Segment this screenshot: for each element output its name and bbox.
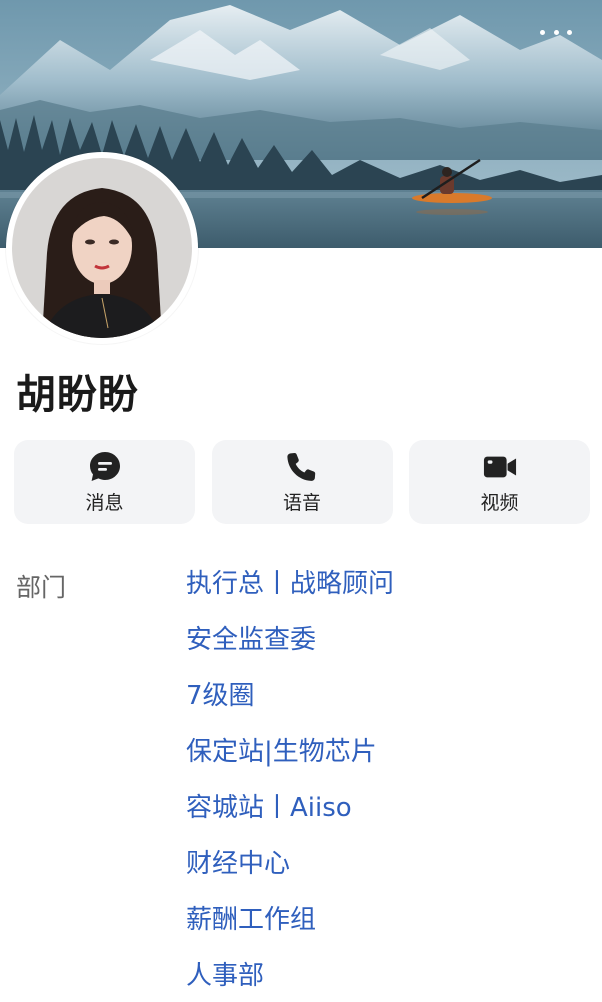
department-item[interactable]: 7级圈 bbox=[186, 676, 394, 732]
more-dot-icon bbox=[540, 29, 545, 35]
voice-call-button-label: 语音 bbox=[282, 491, 321, 514]
department-item[interactable]: 安全监查委 bbox=[186, 620, 394, 676]
avatar[interactable] bbox=[6, 152, 198, 344]
video-camera-icon bbox=[483, 450, 517, 484]
department-item[interactable]: 财经中心 bbox=[186, 844, 394, 900]
avatar-photo bbox=[12, 158, 192, 338]
more-dot-icon bbox=[567, 29, 572, 35]
department-item[interactable]: 执行总丨战略顾问 bbox=[186, 564, 394, 620]
video-call-button-label: 视频 bbox=[480, 491, 519, 514]
message-button[interactable]: 消息 bbox=[14, 440, 195, 524]
action-bar: 消息 语音 视频 bbox=[14, 440, 590, 524]
chat-bubble-icon bbox=[88, 450, 122, 484]
department-label: 部门 bbox=[16, 573, 67, 602]
department-item[interactable]: 保定站|生物芯片 bbox=[186, 732, 394, 788]
video-call-button[interactable]: 视频 bbox=[409, 440, 590, 524]
more-options-button[interactable] bbox=[538, 20, 574, 44]
more-dot-icon bbox=[553, 29, 559, 35]
profile-name: 胡盼盼 bbox=[16, 372, 139, 418]
department-item[interactable]: 容城站丨Aiiso bbox=[186, 788, 394, 844]
phone-icon bbox=[285, 450, 319, 484]
department-list: 执行总丨战略顾问 安全监查委 7级圈 保定站|生物芯片 容城站丨Aiiso 财经… bbox=[186, 564, 394, 1002]
voice-call-button[interactable]: 语音 bbox=[211, 440, 393, 524]
message-button-label: 消息 bbox=[85, 491, 124, 514]
department-item[interactable]: 人事部 bbox=[186, 956, 394, 1002]
department-item[interactable]: 薪酬工作组 bbox=[186, 900, 394, 956]
